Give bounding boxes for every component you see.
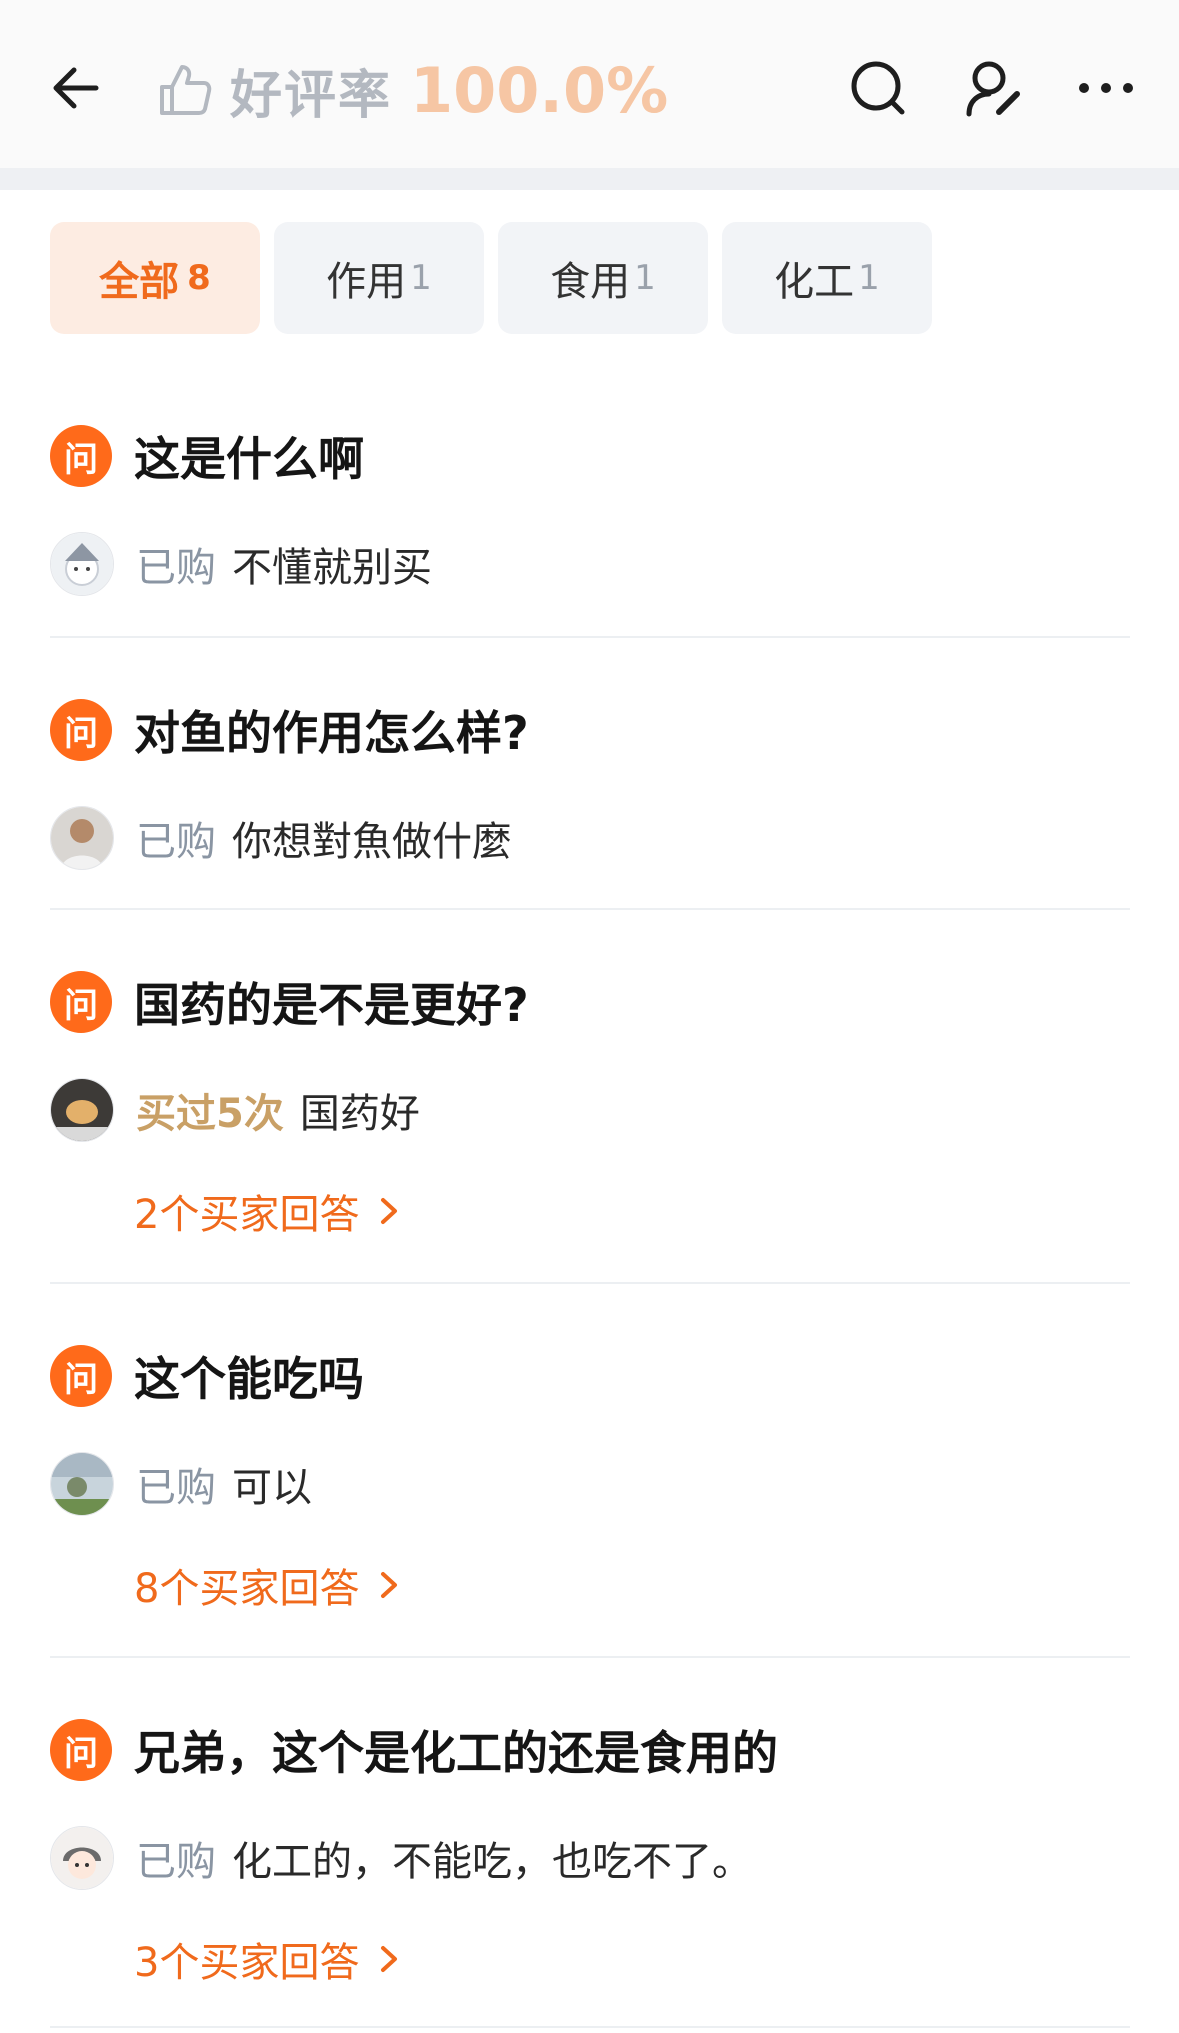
search-icon (851, 61, 905, 115)
qa-item[interactable]: 问 对鱼的作用怎么样? 已购 你想對魚做什麼 (50, 638, 1130, 910)
answer-row: 已购 不懂就别买 (50, 516, 1130, 612)
rating-value: 100.0% (410, 53, 669, 127)
question-badge: 问 (50, 971, 112, 1033)
tab-label: 食用 (550, 259, 631, 305)
search-button[interactable] (840, 50, 916, 126)
more-answers-label: 2个买家回答 (134, 1192, 360, 1238)
answer-text: 国药好 (299, 1091, 420, 1137)
back-button[interactable] (40, 52, 112, 124)
answer-tag: 已购 (136, 1465, 216, 1511)
question-text: 对鱼的作用怎么样? (134, 706, 529, 760)
thumbs-up-icon (160, 65, 212, 115)
avatar (50, 1452, 114, 1516)
tab-count: 1 (858, 258, 880, 298)
tab-all[interactable]: 全部 8 (50, 222, 260, 334)
answer-row: 已购 可以 (50, 1436, 1130, 1532)
question-badge: 问 (50, 1719, 112, 1781)
answer-row: 买过5次 国药好 (50, 1062, 1130, 1158)
answer-text: 化工的，不能吃，也吃不了。 (232, 1839, 752, 1885)
question-badge: 问 (50, 1345, 112, 1407)
answer-text: 不懂就别买 (232, 545, 432, 591)
question-row: 问 对鱼的作用怎么样? (50, 674, 1130, 780)
question-badge: 问 (50, 699, 112, 761)
header-divider (0, 168, 1179, 190)
more-answers-label: 8个买家回答 (134, 1566, 360, 1612)
answer-text: 你想對魚做什麼 (232, 819, 512, 865)
question-text: 这是什么啊 (134, 432, 364, 486)
answer-row: 已购 化工的，不能吃，也吃不了。 (50, 1810, 1130, 1906)
qa-item[interactable]: 问 国药的是不是更好? 买过5次 国药好 2个买家回答 (50, 910, 1130, 1284)
rating-label: 好评率 (230, 65, 393, 126)
question-row: 问 国药的是不是更好? (50, 946, 1130, 1052)
more-answers-link[interactable]: 3个买家回答 (134, 1914, 1130, 2004)
chevron-right-icon (381, 1572, 398, 1598)
profile-button[interactable] (955, 50, 1031, 126)
chevron-right-icon (381, 1946, 398, 1972)
tab-count: 1 (634, 258, 656, 298)
qa-item[interactable]: 问 这是什么啊 已购 不懂就别买 (50, 400, 1130, 638)
more-button[interactable] (1068, 50, 1144, 126)
tab-edible[interactable]: 食用 1 (498, 222, 708, 334)
avatar (50, 532, 114, 596)
back-arrow-icon (53, 67, 99, 109)
qa-list: 问 这是什么啊 已购 不懂就别买 问 对鱼的作用怎么样? 已购 你想對魚做什麼 … (50, 400, 1130, 2028)
tab-chemical[interactable]: 化工 1 (722, 222, 932, 334)
answer-tag: 已购 (136, 1839, 216, 1885)
tab-label: 化工 (774, 259, 855, 305)
answer-row: 已购 你想對魚做什麼 (50, 790, 1130, 886)
more-icon (1079, 83, 1133, 93)
qa-item[interactable]: 问 兄弟，这个是化工的还是食用的 已购 化工的，不能吃，也吃不了。 3个买家回答 (50, 1658, 1130, 2028)
more-answers-label: 3个买家回答 (134, 1940, 360, 1986)
top-bar: 好评率 100.0% (0, 0, 1179, 168)
tab-count: 1 (410, 258, 432, 298)
chevron-right-icon (381, 1198, 398, 1224)
answer-tag: 已购 (136, 545, 216, 591)
tab-effect[interactable]: 作用 1 (274, 222, 484, 334)
more-answers-link[interactable]: 2个买家回答 (134, 1166, 1130, 1256)
answer-tag: 买过5次 (136, 1091, 284, 1137)
question-row: 问 这个能吃吗 (50, 1320, 1130, 1426)
avatar (50, 806, 114, 870)
avatar (50, 1078, 114, 1142)
tab-count: 8 (187, 258, 211, 298)
filter-tabs: 全部 8 作用 1 食用 1 化工 1 (50, 222, 932, 334)
question-text: 国药的是不是更好? (134, 978, 529, 1032)
tab-label: 全部 (99, 259, 180, 305)
avatar (50, 1826, 114, 1890)
question-text: 这个能吃吗 (134, 1352, 364, 1406)
answer-text: 可以 (232, 1465, 312, 1511)
profile-edit-icon (966, 61, 1020, 117)
qa-item[interactable]: 问 这个能吃吗 已购 可以 8个买家回答 (50, 1284, 1130, 1658)
rating-summary: 好评率 100.0% (156, 48, 668, 132)
more-answers-link[interactable]: 8个买家回答 (134, 1540, 1130, 1630)
question-row: 问 这是什么啊 (50, 400, 1130, 506)
question-text: 兄弟，这个是化工的还是食用的 (134, 1726, 778, 1780)
question-row: 问 兄弟，这个是化工的还是食用的 (50, 1694, 1130, 1800)
tab-label: 作用 (326, 259, 407, 305)
question-badge: 问 (50, 425, 112, 487)
answer-tag: 已购 (136, 819, 216, 865)
